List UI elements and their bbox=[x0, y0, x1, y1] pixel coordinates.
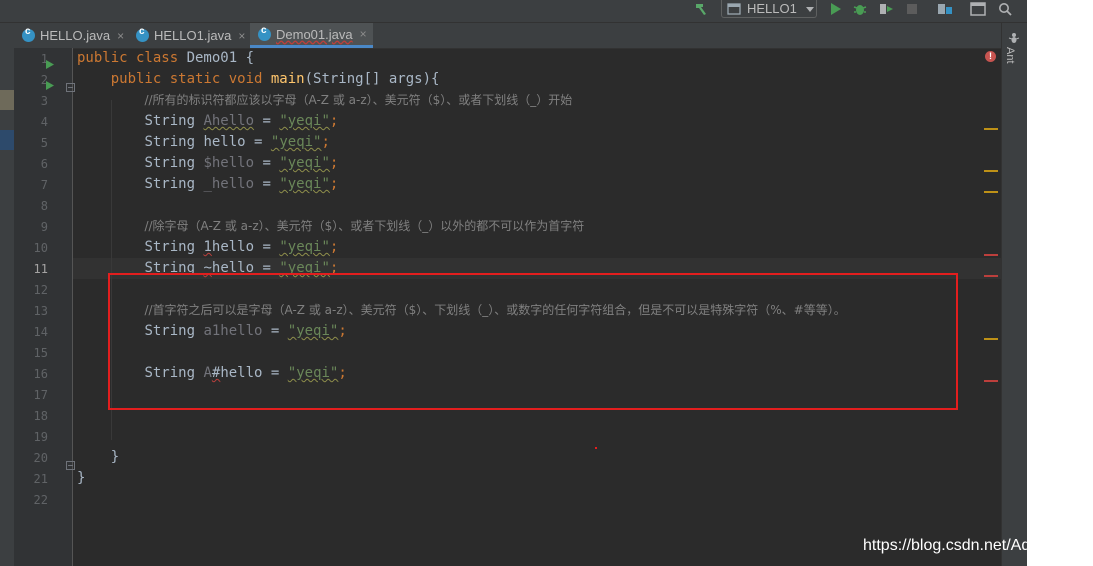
coverage-icon[interactable] bbox=[877, 0, 895, 18]
close-icon[interactable]: × bbox=[360, 27, 367, 41]
line-number-gutter: 1 2 3 4 5 6 7 8 9 10 11 12 13 14 15 16 1… bbox=[14, 48, 75, 566]
application-icon bbox=[727, 2, 741, 15]
code-line: } bbox=[110, 449, 120, 465]
java-class-icon bbox=[136, 26, 149, 42]
stray-dot bbox=[595, 447, 597, 449]
java-class-icon bbox=[258, 25, 271, 41]
debug-icon[interactable] bbox=[852, 0, 868, 18]
line-number: 20 bbox=[33, 451, 48, 465]
tab-hello-java[interactable]: HELLO.java × bbox=[22, 23, 130, 48]
chevron-down-icon bbox=[805, 6, 814, 12]
line-number: 18 bbox=[33, 409, 48, 423]
error-indicator-icon[interactable]: ! bbox=[985, 51, 996, 62]
tab-demo01-java[interactable]: Demo01.java × bbox=[250, 23, 373, 48]
code-line: //除字母（A-Z 或 a-z）、美元符（$）、或者下划线（_）以外的都不可以作… bbox=[77, 216, 584, 237]
error-stripe[interactable]: ! bbox=[981, 48, 1001, 566]
line-number: 17 bbox=[33, 388, 48, 402]
line-number: 11 bbox=[33, 262, 48, 276]
line-number: 22 bbox=[33, 493, 48, 507]
editor-tabs: HELLO.java × HELLO1.java × Demo01.java × bbox=[14, 23, 1001, 49]
annotation-highlight-box bbox=[108, 273, 958, 410]
search-icon[interactable] bbox=[996, 0, 1014, 18]
warning-marker[interactable] bbox=[984, 170, 998, 172]
close-icon[interactable]: × bbox=[238, 29, 245, 43]
line-number: 14 bbox=[33, 325, 48, 339]
line-number: 8 bbox=[40, 199, 48, 213]
tab-label: HELLO1.java bbox=[154, 28, 232, 43]
line-number: 15 bbox=[33, 346, 48, 360]
line-number: 13 bbox=[33, 304, 48, 318]
selected-marker bbox=[0, 130, 14, 150]
code-line: String _hello = "yeqi"; bbox=[144, 176, 339, 192]
project-structure-icon[interactable] bbox=[936, 0, 954, 18]
line-number: 21 bbox=[33, 472, 48, 486]
run-icon[interactable] bbox=[828, 0, 844, 18]
ide-window: HELLO1 HELLO.java bbox=[0, 0, 1027, 566]
hammer-icon[interactable] bbox=[692, 0, 710, 18]
java-class-icon bbox=[22, 26, 35, 42]
line-number: 16 bbox=[33, 367, 48, 381]
line-number: 19 bbox=[33, 430, 48, 444]
code-line: String hello = "yeqi"; bbox=[144, 134, 330, 150]
tab-label: HELLO.java bbox=[40, 28, 111, 43]
bookmark-marker bbox=[0, 90, 14, 110]
run-config-label: HELLO1 bbox=[747, 1, 797, 16]
code-line: String $hello = "yeqi"; bbox=[144, 155, 339, 171]
main-toolbar: HELLO1 bbox=[0, 0, 1027, 23]
line-number: 4 bbox=[40, 115, 48, 129]
layout-icon[interactable] bbox=[969, 0, 987, 18]
line-number: 10 bbox=[33, 241, 48, 255]
tab-hello1-java[interactable]: HELLO1.java × bbox=[136, 23, 246, 48]
tool-window-ant[interactable]: Ant bbox=[1004, 47, 1016, 64]
warning-marker[interactable] bbox=[984, 191, 998, 193]
close-icon[interactable]: × bbox=[117, 29, 124, 43]
right-tool-window-bar: Ant bbox=[1001, 23, 1027, 566]
line-number: 5 bbox=[40, 136, 48, 150]
line-number: 7 bbox=[40, 178, 48, 192]
code-line: String Ahello = "yeqi"; bbox=[144, 113, 339, 129]
run-class-icon[interactable] bbox=[45, 55, 55, 74]
line-number: 3 bbox=[40, 94, 48, 108]
line-number: 12 bbox=[33, 283, 48, 297]
code-line: public class Demo01 { bbox=[77, 50, 255, 66]
error-marker[interactable] bbox=[984, 254, 998, 256]
run-configuration-selector[interactable]: HELLO1 bbox=[721, 0, 817, 18]
code-comment: //所有的标识符都应该以字母（A-Z 或 a-z）、美元符（$）、或者下划线（_… bbox=[144, 93, 573, 107]
line-number: 9 bbox=[40, 220, 48, 234]
line-number: 6 bbox=[40, 157, 48, 171]
watermark: https://blog.csdn.net/Ada1990_ bbox=[863, 537, 1027, 554]
code-line: } bbox=[77, 470, 86, 486]
code-line: //所有的标识符都应该以字母（A-Z 或 a-z）、美元符（$）、或者下划线（_… bbox=[77, 90, 572, 111]
tab-label: Demo01.java bbox=[276, 26, 353, 42]
page-margin bbox=[1027, 0, 1093, 566]
warning-marker[interactable] bbox=[984, 338, 998, 340]
error-marker[interactable] bbox=[984, 275, 998, 277]
run-main-icon[interactable] bbox=[45, 76, 55, 95]
code-line: public static void main(String[] args){ bbox=[110, 71, 440, 87]
left-tool-strip bbox=[0, 23, 15, 566]
code-comment: //除字母（A-Z 或 a-z）、美元符（$）、或者下划线（_）以外的都不可以作… bbox=[144, 219, 585, 233]
code-line: String 1hello = "yeqi"; bbox=[144, 239, 339, 255]
error-marker[interactable] bbox=[984, 380, 998, 382]
ant-icon[interactable] bbox=[1008, 29, 1020, 48]
stop-icon[interactable] bbox=[905, 0, 919, 18]
warning-marker[interactable] bbox=[984, 128, 998, 130]
